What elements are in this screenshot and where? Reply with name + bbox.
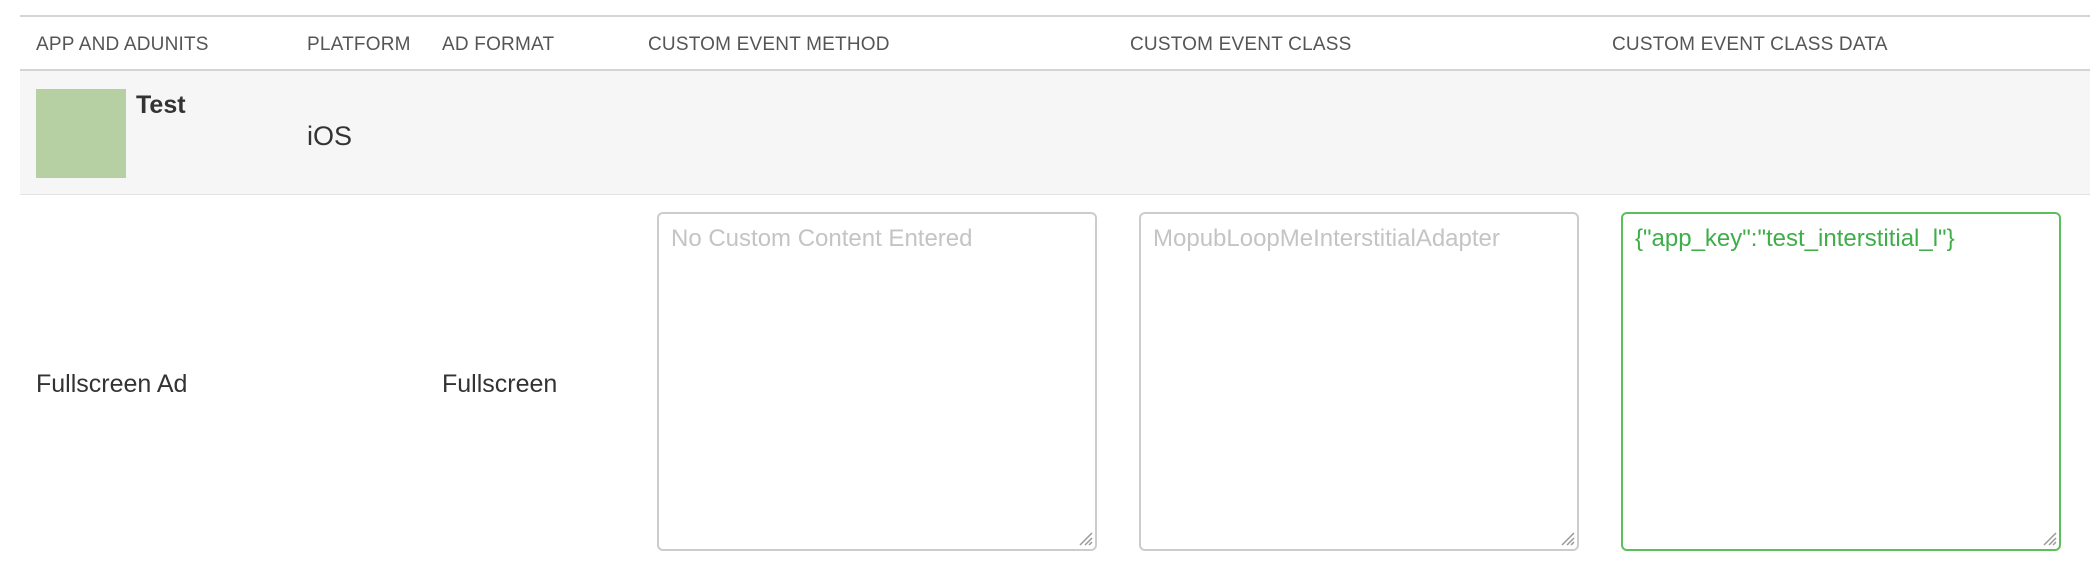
app-platform: iOS <box>307 121 353 151</box>
custom-event-table: APP AND ADUNITS PLATFORM AD FORMAT CUSTO… <box>20 15 2090 570</box>
resize-grip-icon[interactable] <box>1559 530 1575 546</box>
header-ad-format: AD FORMAT <box>442 34 555 55</box>
custom-event-method-textarea[interactable] <box>657 212 1097 551</box>
adunit-row: Fullscreen Ad Fullscreen MopubLoopMeInte… <box>20 195 2090 570</box>
header-app-and-adunits: APP AND ADUNITS <box>36 34 209 55</box>
adunit-format: Fullscreen <box>442 370 558 398</box>
custom-event-class-data-textarea[interactable]: {"app_key":"test_interstitial_l"} <box>1621 212 2061 551</box>
custom-event-class-textarea[interactable]: MopubLoopMeInterstitialAdapter <box>1139 212 1579 551</box>
app-row: Test iOS <box>20 71 2090 195</box>
resize-grip-icon[interactable] <box>2041 530 2057 546</box>
resize-grip-icon[interactable] <box>1077 530 1093 546</box>
header-platform: PLATFORM <box>307 34 411 55</box>
table-header-row: APP AND ADUNITS PLATFORM AD FORMAT CUSTO… <box>20 15 2090 71</box>
app-name: Test <box>136 91 186 119</box>
adunit-name: Fullscreen Ad <box>36 370 188 398</box>
header-custom-event-class-data: CUSTOM EVENT CLASS DATA <box>1612 34 1888 55</box>
header-custom-event-method: CUSTOM EVENT METHOD <box>648 34 890 55</box>
header-custom-event-class: CUSTOM EVENT CLASS <box>1130 34 1352 55</box>
app-icon <box>36 89 126 178</box>
